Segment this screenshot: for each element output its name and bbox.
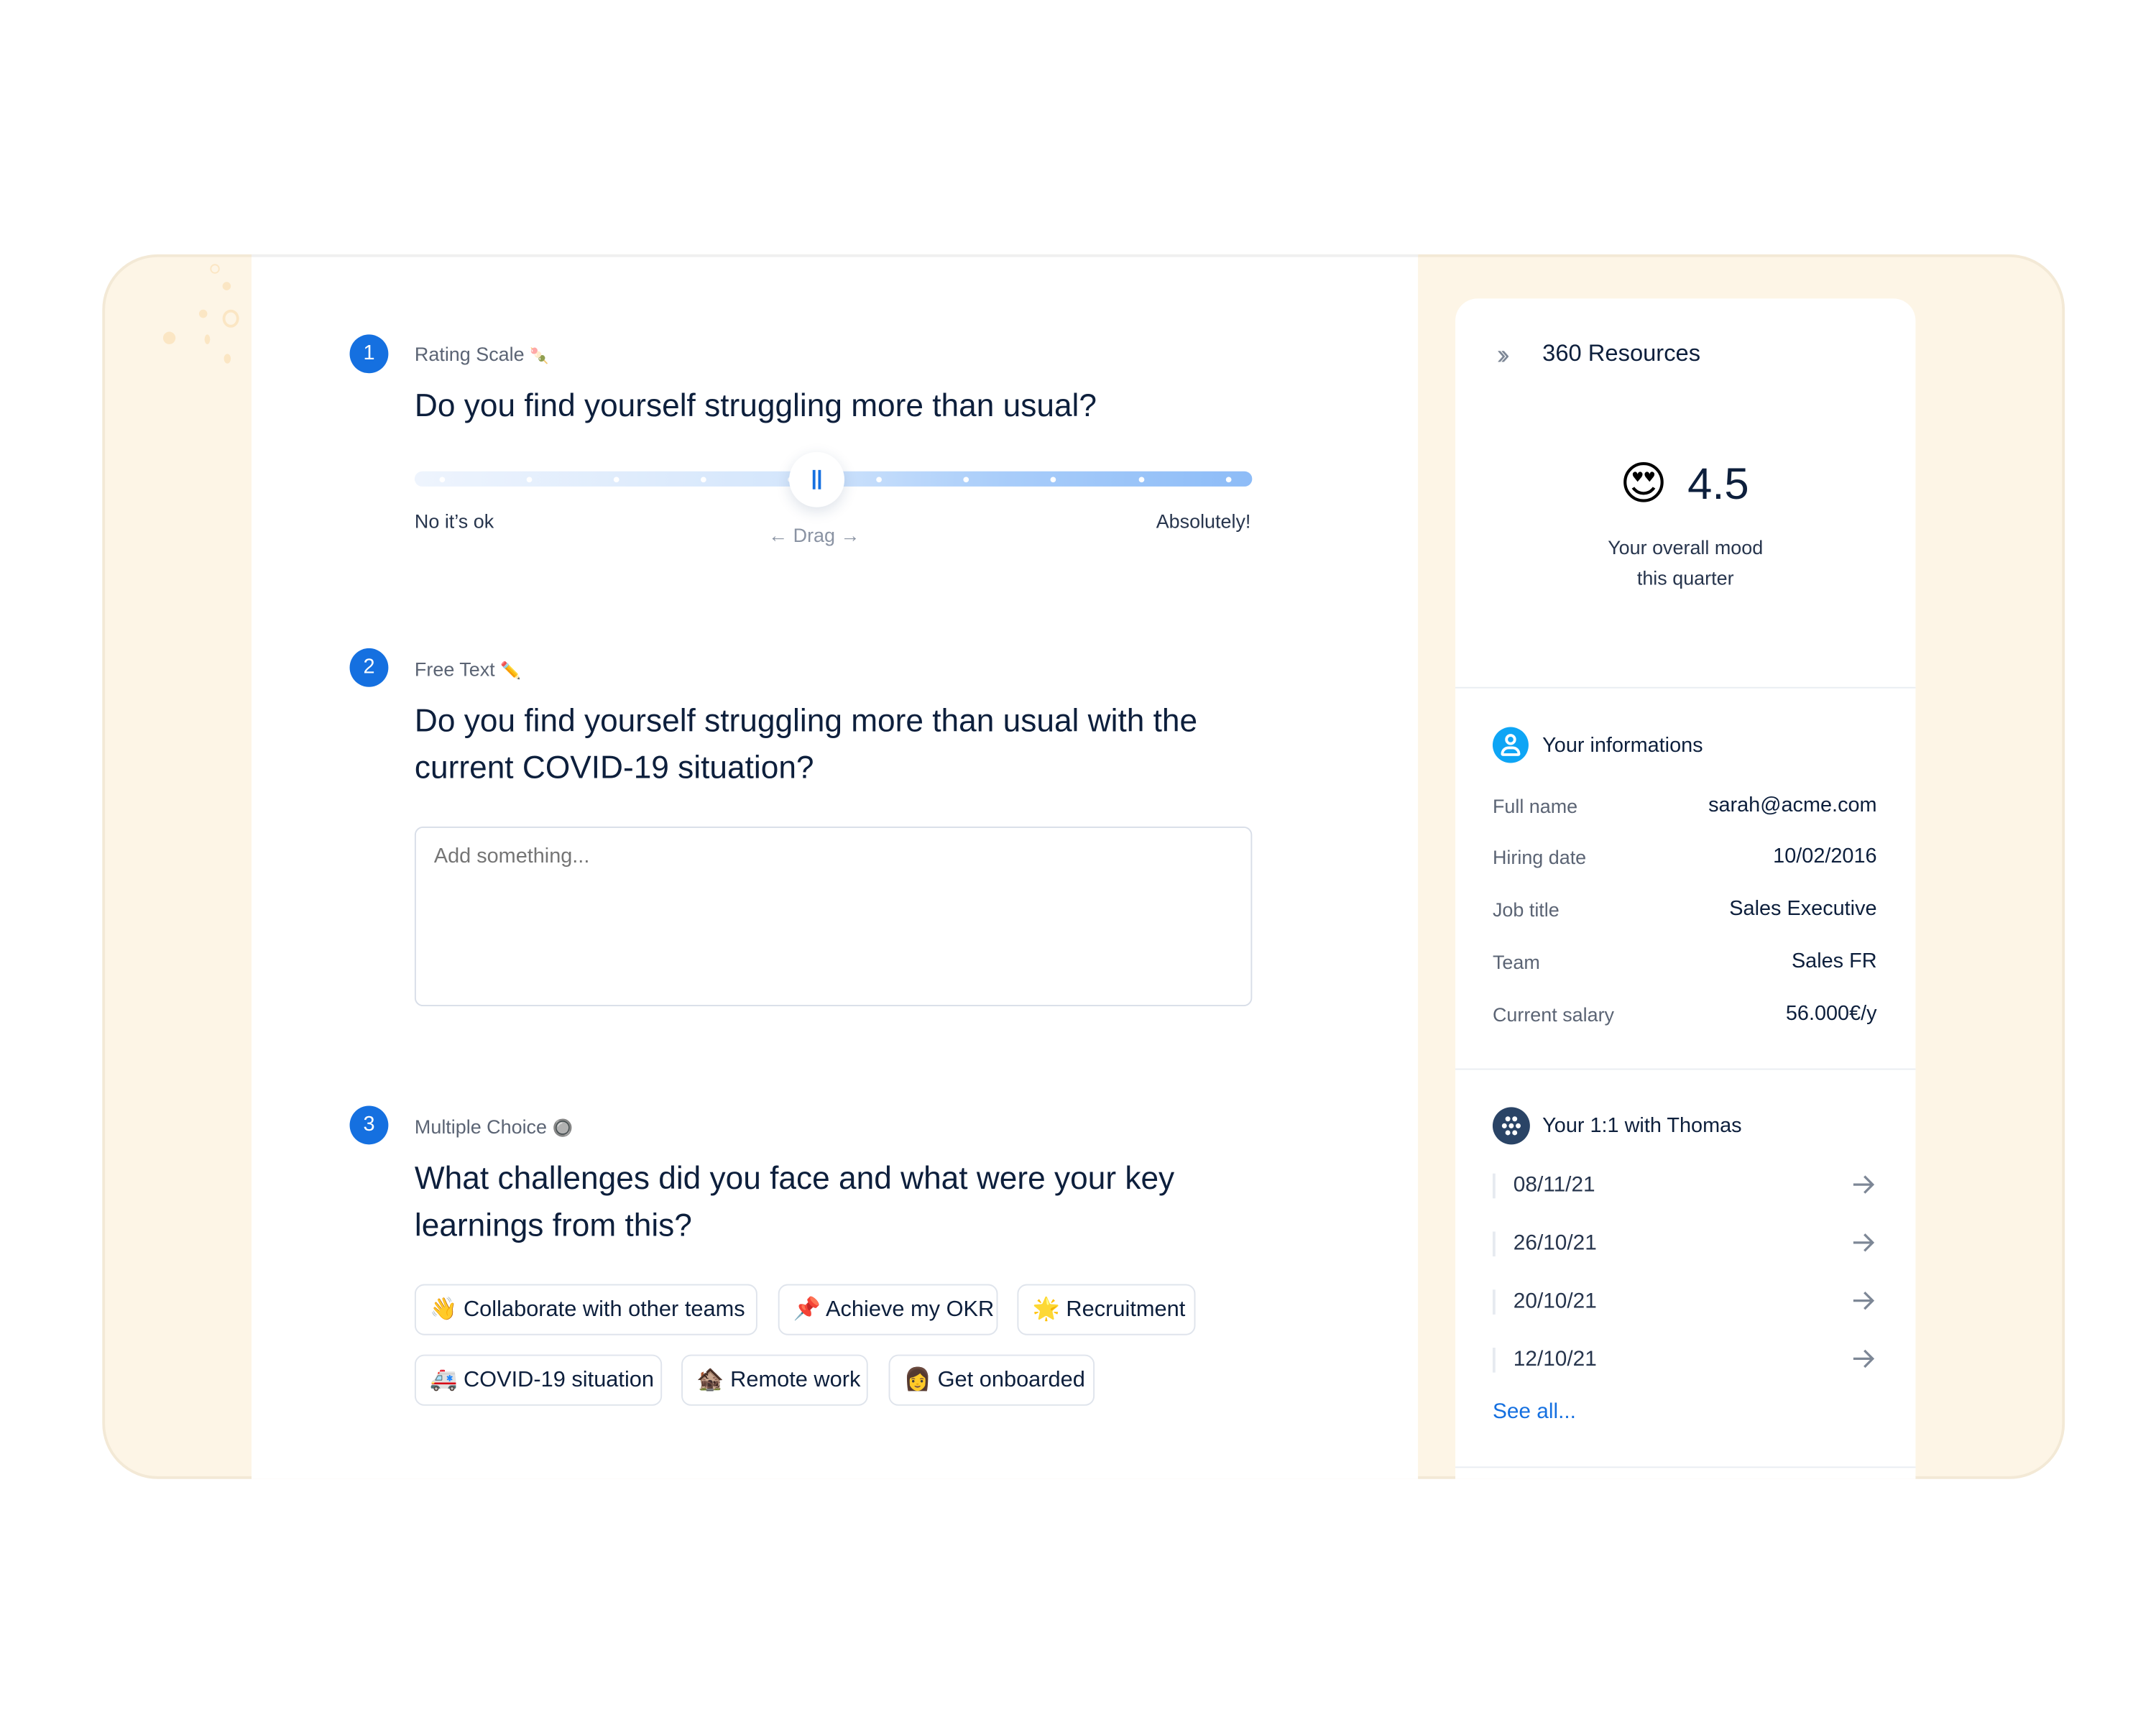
arrow-right-icon[interactable] xyxy=(1849,1287,1876,1321)
choice-label: Achieve my OKR xyxy=(826,1297,995,1322)
question-type-label: Rating Scale 🍡 xyxy=(415,343,549,365)
choice-label: COVID-19 situation xyxy=(463,1368,655,1392)
ambulance-icon: 🚑 xyxy=(430,1368,458,1392)
choice-chip[interactable]: 📌 Achieve my OKR xyxy=(778,1284,998,1335)
arrow-right-icon[interactable] xyxy=(1849,1229,1876,1264)
info-value: sarah@acme.com xyxy=(1708,793,1877,817)
meeting-dots-icon xyxy=(1492,1107,1530,1145)
free-text-input[interactable] xyxy=(414,827,1253,1007)
question-title: Do you find yourself struggling more tha… xyxy=(414,702,1198,786)
pushpin-icon: 📌 xyxy=(793,1297,821,1322)
choice-chip[interactable]: 👩 Get onboarded xyxy=(888,1354,1095,1406)
info-value: 10/02/2016 xyxy=(1773,845,1877,868)
info-label: Current salary xyxy=(1492,1003,1615,1026)
mood-caption-line: this quarter xyxy=(1636,566,1734,589)
heart-eyes-emoji-icon: 😍 xyxy=(1619,457,1668,509)
info-label: Job title xyxy=(1492,898,1560,921)
question-title: What challenges did you face and what we… xyxy=(414,1159,1175,1243)
arrow-left-icon: ← xyxy=(768,523,788,546)
rating-slider-thumb[interactable] xyxy=(788,451,844,507)
type-label-text: Multiple Choice xyxy=(414,1115,548,1138)
radio-button-icon: 🔘 xyxy=(552,1118,573,1138)
arrow-right-icon[interactable] xyxy=(1849,1171,1876,1205)
choice-chip[interactable]: 🌟 Recruitment xyxy=(1017,1284,1196,1335)
meeting-date-link[interactable]: 26/10/21 xyxy=(1514,1231,1597,1256)
choice-chip[interactable]: 👋 Collaborate with other teams xyxy=(414,1284,757,1335)
skewer-emoji-icon: 🍡 xyxy=(530,348,549,365)
meeting-date-link[interactable]: 20/10/21 xyxy=(1514,1289,1597,1315)
arrow-right-icon: → xyxy=(840,523,860,546)
slider-min-label: No it’s ok xyxy=(414,510,494,533)
choice-label: Collaborate with other teams xyxy=(463,1297,745,1322)
waving-hand-icon: 👋 xyxy=(430,1297,458,1322)
timeline-bar xyxy=(1492,1348,1496,1373)
choice-label: Get onboarded xyxy=(937,1368,1085,1392)
info-label: Hiring date xyxy=(1492,845,1587,868)
info-value: Sales FR xyxy=(1791,949,1877,973)
question-number-badge: 2 xyxy=(349,648,389,687)
info-label: Full name xyxy=(1492,794,1578,817)
mood-caption-line: Your overall mood xyxy=(1608,536,1764,558)
meeting-date-link[interactable]: 12/10/21 xyxy=(1514,1348,1597,1373)
choice-label: Recruitment xyxy=(1066,1297,1186,1322)
divider xyxy=(1455,1466,1916,1468)
question-type-label: Free Text ✏️ xyxy=(415,658,521,680)
drag-label: Drag xyxy=(793,523,836,546)
info-section-title: Your informations xyxy=(1542,734,1703,758)
sidebar-title: 360 Resources xyxy=(1542,340,1701,367)
arrow-right-icon[interactable] xyxy=(1849,1345,1876,1379)
collapse-chevrons-icon[interactable]: ›› xyxy=(1497,340,1510,372)
timeline-bar xyxy=(1492,1173,1496,1199)
timeline-bar xyxy=(1492,1289,1496,1315)
question-number-badge: 1 xyxy=(349,334,389,374)
type-label-text: Free Text xyxy=(414,658,495,681)
choice-label: Remote work xyxy=(730,1368,861,1392)
drag-hint: ← Drag → xyxy=(768,524,860,546)
meeting-date-link[interactable]: 08/11/21 xyxy=(1514,1174,1595,1199)
pencil-icon: ✏️ xyxy=(500,661,521,681)
mood-caption: Your overall mood this quarter xyxy=(1455,532,1915,593)
mood-score: 4.5 xyxy=(1687,459,1749,509)
woman-icon: 👩 xyxy=(903,1368,932,1392)
divider xyxy=(1455,686,1916,689)
choice-chip[interactable]: 🏚️ Remote work xyxy=(681,1354,868,1406)
question-title: Do you find yourself struggling more tha… xyxy=(414,387,1097,423)
see-all-link[interactable]: See all... xyxy=(1493,1400,1576,1425)
house-icon: 🏚️ xyxy=(696,1368,724,1392)
type-label-text: Rating Scale xyxy=(414,342,525,365)
info-value: Sales Executive xyxy=(1729,897,1877,921)
choice-chip[interactable]: 🚑 COVID-19 situation xyxy=(414,1354,663,1406)
question-number-badge: 3 xyxy=(349,1105,389,1145)
timeline-bar xyxy=(1492,1231,1496,1257)
info-value: 56.000€/y xyxy=(1785,1002,1877,1026)
info-label: Team xyxy=(1492,951,1540,973)
slider-max-label: Absolutely! xyxy=(1156,510,1251,533)
star-icon: 🌟 xyxy=(1032,1297,1060,1322)
question-type-label: Multiple Choice 🔘 xyxy=(415,1116,573,1138)
user-circle-icon xyxy=(1492,727,1529,763)
divider xyxy=(1455,1068,1916,1070)
one-on-one-title: Your 1:1 with Thomas xyxy=(1542,1114,1742,1138)
